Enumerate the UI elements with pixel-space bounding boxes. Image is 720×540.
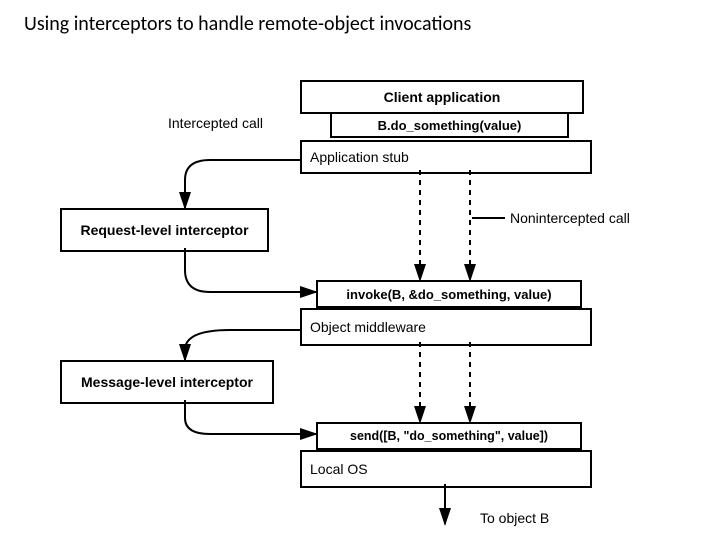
label-to-object-b: To object B	[480, 510, 549, 526]
label-nonintercepted-call: Nonintercepted call	[510, 210, 630, 226]
box-client-application: Client application	[300, 80, 584, 114]
box-call-signature: B.do_something(value)	[330, 112, 569, 138]
box-object-middleware: Object middleware	[300, 308, 592, 346]
box-application-stub: Application stub	[300, 140, 592, 174]
box-invoke-signature: invoke(B, &do_something, value)	[316, 280, 582, 308]
label-intercepted-call: Intercepted call	[168, 115, 263, 131]
box-message-level-interceptor: Message-level interceptor	[60, 360, 274, 404]
box-local-os: Local OS	[300, 450, 592, 488]
box-send-signature: send([B, "do_something", value])	[316, 422, 582, 450]
diagram-title: Using interceptors to handle remote-obje…	[24, 12, 471, 36]
box-request-level-interceptor: Request-level interceptor	[60, 208, 269, 252]
